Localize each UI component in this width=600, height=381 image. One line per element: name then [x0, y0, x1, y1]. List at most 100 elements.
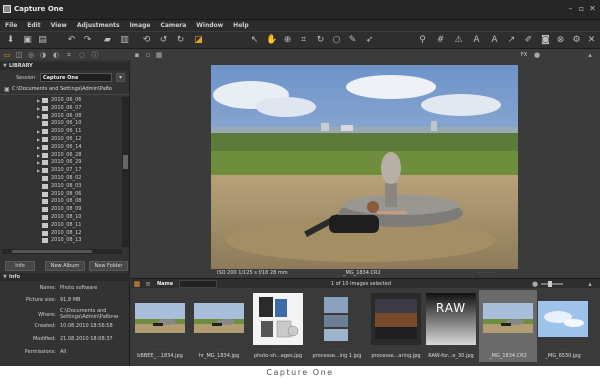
menu-adjustments[interactable]: Adjustments [72, 20, 125, 29]
expand-arrow-icon[interactable]: ▶ [37, 128, 40, 136]
expand-arrow-icon[interactable]: ▶ [37, 144, 40, 152]
crop-icon[interactable]: ⌗ [298, 35, 309, 46]
thumbnail-rating[interactable]: · · · · · [308, 347, 366, 352]
camera-icon[interactable]: ◙ [540, 35, 551, 46]
maximize-icon[interactable]: ▫ [577, 4, 586, 13]
pan-hand-icon[interactable]: ✋ [266, 35, 277, 46]
expand-arrow-icon[interactable]: ▶ [37, 159, 40, 167]
folder-tree-item[interactable]: 2010_08_11 [0, 222, 122, 230]
thumbnail-size-slider[interactable] [541, 283, 563, 285]
thumbnail[interactable]: · · · · · _MG_1834.CR2 [479, 290, 537, 362]
folder-tree-item[interactable]: 2010_08_12 [0, 230, 122, 238]
main-photo[interactable] [211, 65, 518, 269]
thumbnail[interactable]: RAW · · · · · RAW-for...e_30.jpg [422, 290, 480, 362]
folder-tree-item[interactable]: ▶ 2010_06_14 [0, 144, 122, 152]
expand-arrow-icon[interactable]: ▶ [37, 97, 40, 105]
folder-tree-hscrollbar[interactable] [2, 249, 122, 254]
thumbnail-rating[interactable]: · · · · · [422, 347, 480, 352]
thumbnail-image[interactable] [194, 293, 244, 345]
rotate-left-icon[interactable]: ↶ [66, 35, 77, 46]
session-menu-button[interactable]: ▾ [116, 73, 125, 82]
thumbnail[interactable]: · · · · · bBBEE_...1834.jpg [131, 290, 189, 362]
thumbnail-image[interactable] [538, 293, 588, 345]
user-icon[interactable]: ● [531, 280, 539, 288]
thumbnail[interactable]: · · · · · _MG_6530.jpg [534, 290, 592, 362]
compare-icon[interactable]: ◪ [193, 35, 204, 46]
folder-tree-item[interactable]: 2010_08_09 [0, 206, 122, 214]
folder-tree-scrollbar[interactable] [122, 97, 129, 247]
spot-removal-icon[interactable]: ○ [331, 35, 342, 46]
close-icon[interactable]: ✕ [588, 4, 597, 13]
thumbnail-rating[interactable]: · · · · · [534, 347, 592, 352]
folder-tree-item[interactable]: 2010_08_13 [0, 237, 122, 245]
folder-tree-item[interactable]: ▶ 2010_06_07 [0, 105, 122, 113]
settings-icon[interactable]: ⚙ [571, 35, 582, 46]
trash-icon[interactable]: ▥ [119, 35, 130, 46]
forward-icon[interactable]: ↻ [175, 35, 186, 46]
arrow-icon[interactable]: ↗ [506, 35, 517, 46]
thumbnail-rating[interactable]: · · · · · [479, 347, 537, 352]
search-icon[interactable]: ⚲ [417, 35, 428, 46]
thumbnail-image[interactable] [135, 293, 185, 345]
list-view-icon[interactable]: ≡ [144, 280, 152, 288]
text-large-icon[interactable]: A [489, 35, 500, 46]
thumbnail-rating[interactable]: · · · · · [131, 347, 189, 352]
slider-knob[interactable] [548, 281, 552, 287]
thumbnail-image[interactable] [371, 293, 421, 345]
process-icon[interactable]: ▤ [37, 35, 48, 46]
menu-edit[interactable]: Edit [22, 20, 45, 29]
capture-tab-icon[interactable]: ◫ [15, 51, 23, 59]
thumbnail-rating[interactable]: · · · · · [190, 347, 248, 352]
rotate-right-icon[interactable]: ↷ [82, 35, 93, 46]
menu-camera[interactable]: Camera [155, 20, 191, 29]
redo-icon[interactable]: ↺ [158, 35, 169, 46]
thumbnail-rating[interactable]: · · · · · [367, 347, 425, 352]
info-button[interactable]: Info [5, 261, 35, 271]
thumbnail[interactable]: · · · · · processe...ing 1.jpg [308, 290, 366, 362]
zoom-icon[interactable]: ⊕ [282, 35, 293, 46]
text-icon[interactable]: A [471, 35, 482, 46]
thumbnail-rating[interactable]: · · · · · [249, 347, 307, 352]
thumbnail-image[interactable] [253, 293, 303, 345]
menu-file[interactable]: File [0, 20, 22, 29]
tools-icon[interactable]: ✕ [586, 35, 597, 46]
white-balance-picker-icon[interactable]: ✎ [347, 35, 358, 46]
multi-view-icon[interactable]: ▫ [144, 51, 152, 59]
scrollbar-thumb[interactable] [123, 155, 128, 169]
capture-icon[interactable]: ▣ [22, 35, 33, 46]
thumbnail-image[interactable]: RAW [426, 293, 476, 345]
lens-tab-icon[interactable]: ◐ [52, 51, 60, 59]
folder-tree-item[interactable]: ▶ 2010_06_08 [0, 113, 122, 121]
metadata-tab-icon[interactable]: ⓘ [91, 51, 99, 59]
color-tab-icon[interactable]: ◎ [27, 51, 35, 59]
folder-tree-item[interactable]: 2010_06_10 [0, 120, 122, 128]
thumbnail[interactable]: · · · · · processe...aring.jpg [367, 290, 425, 362]
warning-icon[interactable]: ⚠ [453, 35, 464, 46]
exposure-icon[interactable]: ⊗ [555, 35, 566, 46]
menu-window[interactable]: Window [191, 20, 228, 29]
pen-icon[interactable]: ✐ [523, 35, 534, 46]
details-tab-icon[interactable]: ◌ [78, 51, 86, 59]
hscrollbar-thumb[interactable] [12, 250, 92, 253]
library-section-header[interactable]: ▼ LIBRARY [0, 62, 130, 70]
folder-tree-item[interactable]: 2010_08_08 [0, 198, 122, 206]
info-section-header[interactable]: ▼ Info [0, 273, 130, 281]
new-folder-button[interactable]: New Folder [89, 261, 128, 271]
minimize-icon[interactable]: – [566, 4, 575, 13]
folder-tree-item[interactable]: ▶ 2010_06_28 [0, 152, 122, 160]
user-icon[interactable]: ● [533, 51, 541, 59]
library-path-row[interactable]: ▣ C:\Documents and Settings\Admin\Рабо [0, 83, 130, 95]
new-album-button[interactable]: New Album [45, 261, 85, 271]
menu-view[interactable]: View [46, 20, 72, 29]
folder-icon[interactable]: ▰ [102, 35, 113, 46]
grid-view-icon[interactable]: ▦ [155, 51, 163, 59]
thumbnail-image[interactable] [312, 293, 362, 345]
thumbnail-view-icon[interactable]: ▦ [133, 280, 141, 288]
folder-tree-item[interactable]: ▶ 2010_06_06 [0, 97, 122, 105]
expand-arrow-icon[interactable]: ▶ [37, 152, 40, 160]
browser-menu-icon[interactable]: ▴ [586, 280, 594, 288]
select-cursor-icon[interactable]: ↖ [249, 35, 260, 46]
library-tab-icon[interactable]: ▭ [3, 51, 11, 59]
single-view-icon[interactable]: ▪ [133, 51, 141, 59]
folder-tree-item[interactable]: ▶ 2010_07_17 [0, 167, 122, 175]
